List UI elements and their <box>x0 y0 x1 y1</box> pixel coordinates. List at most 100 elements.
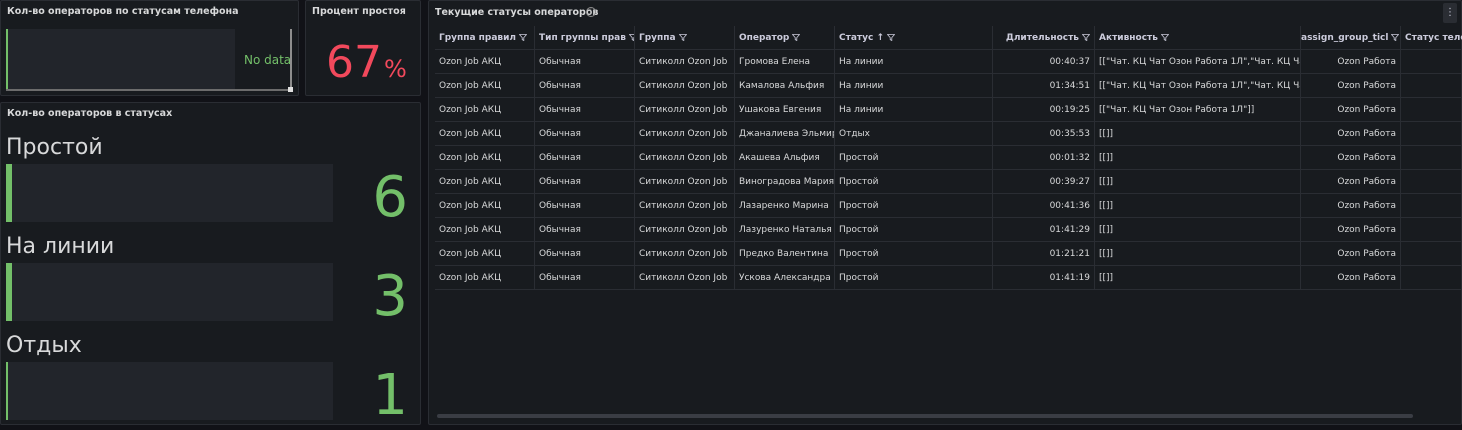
cell-duration: 00:35:53 <box>993 122 1095 146</box>
cell-group-type: Обычная <box>535 242 635 266</box>
cell-duration: 00:39:27 <box>993 170 1095 194</box>
table-row[interactable]: Ozon Job АКЦ Обычная Ситиколл Ozon Job Уско… <box>435 266 1462 290</box>
cell-assign-group: Ozon Работа <box>1301 218 1401 242</box>
cell-operator: Лазаренко Марина <box>735 194 835 218</box>
horizontal-scrollbar[interactable] <box>6 89 288 91</box>
column-header-label: Активность <box>1099 33 1158 43</box>
cell-group: Ситиколл Ozon Job <box>635 170 735 194</box>
status-value-online: 3 <box>372 264 408 329</box>
cell-assign-group: Ozon Работа <box>1301 194 1401 218</box>
filter-icon[interactable] <box>887 34 895 41</box>
cell-group-type: Обычная <box>535 146 635 170</box>
column-header-label: assign_group_ticl <box>1301 33 1389 43</box>
cell-rule-group: Ozon Job АКЦ <box>435 218 535 242</box>
cell-group-type: Обычная <box>535 74 635 98</box>
cell-phone-status <box>1401 98 1462 122</box>
cell-assign-group: Ozon Работа <box>1301 50 1401 74</box>
bar-indicator <box>6 29 8 89</box>
cell-status: Простой <box>835 242 993 266</box>
filter-icon[interactable] <box>678 34 687 41</box>
cell-rule-group: Ozon Job АКЦ <box>435 74 535 98</box>
cell-duration: 00:01:32 <box>993 146 1095 170</box>
cell-activity: [["Чат. КЦ Чат Озон Работа 1Л","Чат. КЦ … <box>1095 74 1301 98</box>
vertical-scrollbar[interactable] <box>290 29 292 89</box>
panel-phone-status: Кол-во операторов по статусам телефона N… <box>0 0 299 96</box>
status-bar-fill <box>6 362 8 420</box>
cell-activity: [["Чат. КЦ Чат Озон Работа 1Л","Чат. КЦ … <box>1095 50 1301 74</box>
table-row[interactable]: Ozon Job АКЦ Обычная Ситиколл Ozon Job Ушак… <box>435 98 1462 122</box>
cell-group-type: Обычная <box>535 170 635 194</box>
panel-title: Кол-во операторов по статусам телефона <box>7 6 239 17</box>
idle-percent-number: 67 <box>326 37 382 88</box>
column-header-label: Оператор <box>739 33 790 43</box>
status-bar-rest <box>6 362 333 420</box>
table-row[interactable]: Ozon Job АКЦ Обычная Ситиколл Ozon Job Джан… <box>435 122 1462 146</box>
cell-activity: [[]] <box>1095 242 1301 266</box>
info-icon[interactable]: i <box>586 7 596 17</box>
cell-group-type: Обычная <box>535 194 635 218</box>
cell-duration: 00:19:25 <box>993 98 1095 122</box>
cell-phone-status <box>1401 242 1462 266</box>
no-data-label: No data <box>244 53 292 67</box>
filter-icon[interactable] <box>1082 34 1090 41</box>
cell-rule-group: Ozon Job АКЦ <box>435 242 535 266</box>
column-header-phone-status[interactable]: Статус теле <box>1401 26 1462 50</box>
cell-group: Ситиколл Ozon Job <box>635 266 735 290</box>
cell-operator: Камалова Альфия <box>735 74 835 98</box>
table-row[interactable]: Ozon Job АКЦ Обычная Ситиколл Ozon Job Лазу… <box>435 218 1462 242</box>
column-header-duration[interactable]: Длительность <box>993 26 1095 50</box>
column-header-rule-group[interactable]: Группа правил <box>435 26 535 50</box>
cell-rule-group: Ozon Job АКЦ <box>435 50 535 74</box>
cell-phone-status <box>1401 146 1462 170</box>
cell-group: Ситиколл Ozon Job <box>635 98 735 122</box>
cell-operator: Лазуренко Наталья <box>735 218 835 242</box>
status-bar-online <box>6 263 333 321</box>
cell-status: Простой <box>835 194 993 218</box>
cell-activity: [[]] <box>1095 170 1301 194</box>
table-row[interactable]: Ozon Job АКЦ Обычная Ситиколл Ozon Job Кама… <box>435 74 1462 98</box>
cell-status: Отдых <box>835 122 993 146</box>
filter-icon[interactable] <box>792 34 801 41</box>
filter-icon[interactable] <box>1391 34 1400 41</box>
cell-activity: [[]] <box>1095 122 1301 146</box>
cell-status: На линии <box>835 98 993 122</box>
cell-duration: 00:41:36 <box>993 194 1095 218</box>
cell-duration: 00:40:37 <box>993 50 1095 74</box>
sort-asc-icon[interactable]: ↑ <box>873 33 884 43</box>
filter-icon[interactable] <box>519 34 528 41</box>
cell-group: Ситиколл Ozon Job <box>635 50 735 74</box>
cell-operator: Джаналиева Эльмира <box>735 122 835 146</box>
column-header-activity[interactable]: Активность <box>1095 26 1301 50</box>
panel-operator-table: Текущие статусы операторов i ⋮ Группа пр… <box>428 0 1462 425</box>
filter-icon[interactable] <box>1160 34 1169 41</box>
status-value-rest: 1 <box>372 363 408 428</box>
column-header-label: Группа <box>639 33 676 43</box>
column-header-group-type[interactable]: Тип группы прав <box>535 26 635 50</box>
cell-phone-status <box>1401 218 1462 242</box>
cell-group: Ситиколл Ozon Job <box>635 218 735 242</box>
cell-status: На линии <box>835 74 993 98</box>
cell-status: Простой <box>835 146 993 170</box>
table-header-row: Группа правил Тип группы прав Группа Операт… <box>435 26 1462 50</box>
horizontal-scrollbar[interactable] <box>437 414 1413 418</box>
table-row[interactable]: Ozon Job АКЦ Обычная Ситиколл Ozon Job Лаза… <box>435 194 1462 218</box>
bar-background <box>6 29 235 89</box>
cell-assign-group: Ozon Работа <box>1301 98 1401 122</box>
column-header-status[interactable]: Статус ↑ <box>835 26 993 50</box>
cell-assign-group: Ozon Работа <box>1301 242 1401 266</box>
column-header-label: Статус <box>839 33 874 43</box>
table-row[interactable]: Ozon Job АКЦ Обычная Ситиколл Ozon Job Вино… <box>435 170 1462 194</box>
cell-assign-group: Ozon Работа <box>1301 266 1401 290</box>
column-header-operator[interactable]: Оператор <box>735 26 835 50</box>
column-header-assign-group[interactable]: assign_group_ticl <box>1301 26 1401 50</box>
cell-operator: Ушакова Евгения <box>735 98 835 122</box>
table-row[interactable]: Ozon Job АКЦ Обычная Ситиколл Ozon Job Пред… <box>435 242 1462 266</box>
cell-group: Ситиколл Ozon Job <box>635 122 735 146</box>
panel-menu-button[interactable]: ⋮ <box>1443 3 1457 23</box>
cell-operator: Ускова Александра <box>735 266 835 290</box>
cell-duration: 01:21:21 <box>993 242 1095 266</box>
table-row[interactable]: Ozon Job АКЦ Обычная Ситиколл Ozon Job Акаш… <box>435 146 1462 170</box>
column-header-group[interactable]: Группа <box>635 26 735 50</box>
cell-rule-group: Ozon Job АКЦ <box>435 170 535 194</box>
table-row[interactable]: Ozon Job АКЦ Обычная Ситиколл Ozon Job Гром… <box>435 50 1462 74</box>
